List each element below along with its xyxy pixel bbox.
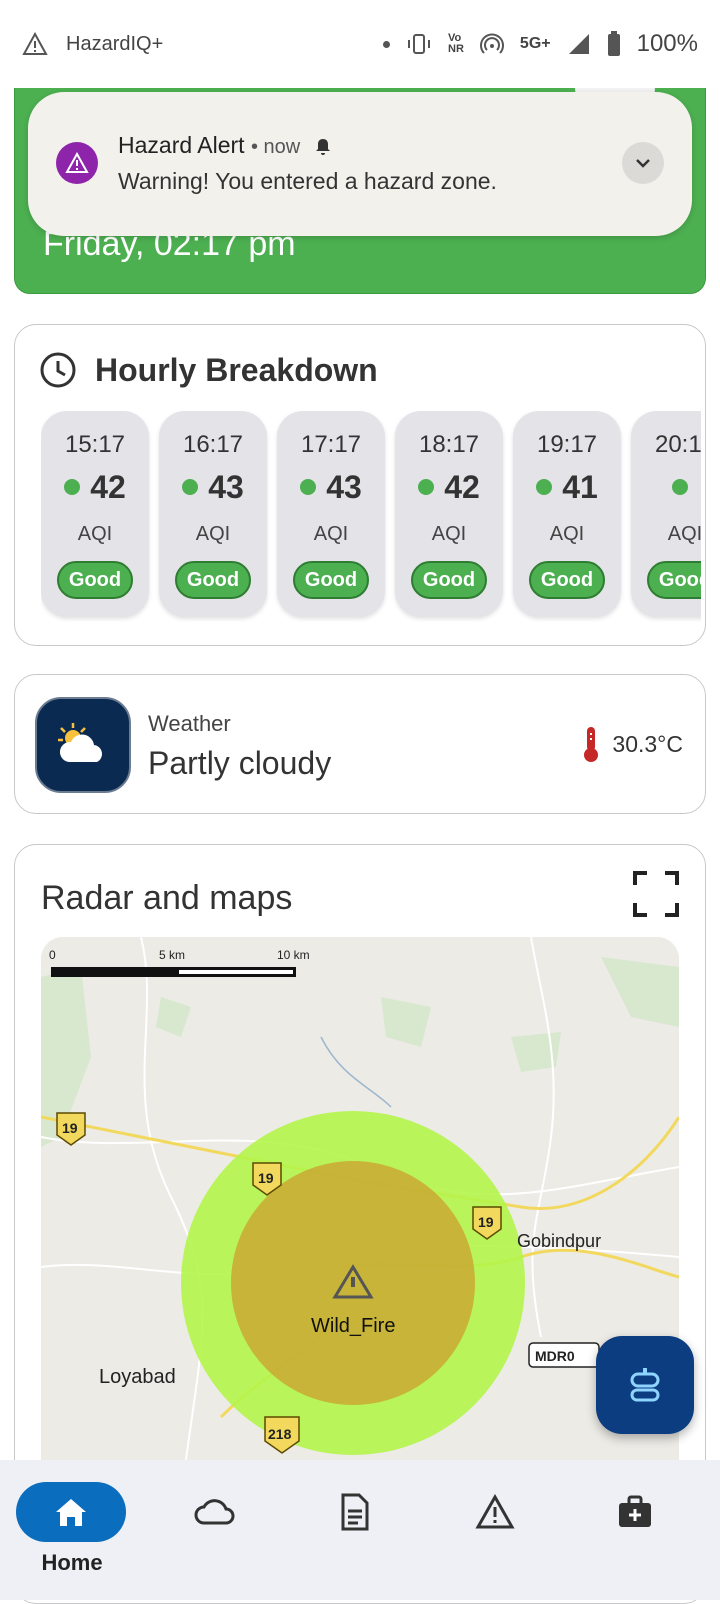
battery-icon — [607, 31, 620, 56]
battery-level: 100% — [636, 30, 698, 57]
hourly-breakdown-card: Hourly Breakdown 15:17 42 AQI Good 16:17… — [14, 324, 706, 646]
notification-title-text: Hazard Alert — [118, 132, 245, 158]
hour-time: 19:17 — [536, 431, 598, 458]
hour-aqi: 43 — [159, 469, 267, 506]
weather-label: Weather — [148, 711, 231, 736]
nav-first-aid[interactable] — [580, 1482, 690, 1542]
nav-reports[interactable] — [300, 1482, 410, 1542]
assistant-fab[interactable] — [596, 1336, 694, 1434]
hour-unit: AQI — [313, 523, 349, 545]
hourly-header: Hourly Breakdown — [39, 351, 378, 389]
fullscreen-icon[interactable] — [633, 871, 679, 917]
hour-unit: AQI — [195, 523, 231, 545]
hourly-item[interactable]: 16:17 43 AQI Good — [159, 411, 267, 617]
cloud-icon — [194, 1499, 235, 1525]
place-label-gobindpur: Gobindpur — [517, 1231, 601, 1251]
dot-icon — [383, 40, 391, 48]
place-label-loyabad: Loyabad — [99, 1366, 176, 1388]
svg-text:MDR0: MDR0 — [535, 1348, 575, 1364]
hazard-map[interactable]: 0 5 km 10 km Wild_Fire Gobindpur Loyabad… — [41, 937, 679, 1497]
nav-weather[interactable] — [160, 1482, 270, 1542]
weather-card[interactable]: Weather Partly cloudy 30.3°C — [14, 674, 706, 814]
hour-unit: AQI — [77, 523, 113, 545]
robot-icon — [630, 1368, 660, 1402]
status-dot — [64, 478, 81, 495]
warning-icon — [22, 32, 48, 55]
nav-hazards[interactable] — [440, 1482, 550, 1542]
hazard-label: Wild_Fire — [311, 1315, 395, 1337]
status-badge: Good — [175, 561, 251, 599]
road-shield: MDR0 — [528, 1342, 600, 1368]
status-badge: Good — [57, 561, 133, 599]
status-dot — [418, 478, 435, 495]
hour-time: 17:17 — [300, 431, 362, 458]
hour-aqi: 42 — [41, 469, 149, 506]
hourly-scroll[interactable]: 15:17 42 AQI Good 16:17 43 AQI Good 17:1… — [41, 411, 701, 623]
warning-icon — [475, 1494, 515, 1529]
thermometer-icon — [584, 727, 599, 762]
hour-aqi: 41 — [513, 469, 621, 506]
hourly-item[interactable]: 19:17 41 AQI Good — [513, 411, 621, 617]
expand-notification-button[interactable] — [622, 142, 664, 184]
status-badge: Good — [529, 561, 605, 599]
notification-time: now — [263, 136, 301, 158]
svg-text:218: 218 — [268, 1426, 292, 1442]
status-dot — [300, 478, 317, 495]
hotspot-icon — [479, 33, 504, 54]
hour-unit: AQI — [549, 523, 585, 545]
app-name: HazardIQ+ — [66, 32, 164, 55]
first-aid-kit-icon — [619, 1495, 651, 1527]
scale-label: 10 km — [277, 948, 310, 962]
scale-label: 5 km — [159, 948, 185, 962]
hour-time: 18:17 — [418, 431, 480, 458]
map-canvas[interactable]: 0 5 km 10 km Wild_Fire Gobindpur Loyabad… — [41, 937, 679, 1497]
bottom-navigation: Home — [0, 1460, 720, 1600]
svg-text:19: 19 — [478, 1214, 494, 1230]
status-dot — [672, 478, 688, 495]
svg-text:19: 19 — [258, 1170, 274, 1186]
hour-unit: AQI — [667, 523, 701, 545]
hourly-item[interactable]: 18:17 42 AQI Good — [395, 411, 503, 617]
status-dot — [536, 478, 553, 495]
notification-body: Warning! You entered a hazard zone. — [118, 168, 497, 194]
partly-cloudy-icon — [35, 697, 131, 793]
hour-time: 15:17 — [64, 431, 126, 458]
bell-icon — [315, 138, 330, 155]
temperature: 30.3°C — [580, 725, 683, 763]
hourly-item[interactable]: 15:17 42 AQI Good — [41, 411, 149, 617]
notification-title: Hazard Alert • now — [118, 132, 333, 159]
vibrate-icon — [408, 34, 431, 54]
hour-unit: AQI — [431, 523, 467, 545]
hazard-notification[interactable]: Hazard Alert • now Warning! You entered … — [28, 92, 692, 236]
hour-time: 20:17 — [654, 431, 701, 458]
alert-app-icon — [56, 142, 98, 184]
nav-home-label: Home — [41, 1550, 103, 1575]
hourly-item[interactable]: 17:17 43 AQI Good — [277, 411, 385, 617]
status-dot — [182, 478, 199, 495]
hourly-item[interactable]: 20:17 AQI Good — [631, 411, 701, 617]
temperature-value: 30.3°C — [612, 730, 683, 757]
weather-condition: Partly cloudy — [148, 745, 332, 781]
network-label: 5G+ — [519, 35, 551, 52]
signal-icon — [568, 34, 589, 54]
status-badge: Good — [647, 561, 701, 599]
vonr-icon: Vo NR — [448, 32, 464, 55]
status-badge: Good — [293, 561, 369, 599]
scale-label: 0 — [49, 948, 56, 962]
svg-text:19: 19 — [62, 1120, 78, 1136]
radar-title: Radar and maps — [41, 879, 293, 917]
hour-time: 16:17 — [182, 431, 244, 458]
document-icon — [341, 1493, 369, 1531]
status-bar: HazardIQ+ Vo NR 5G+ 100% — [0, 0, 720, 88]
clock-icon — [40, 352, 76, 388]
chevron-down-icon — [636, 159, 650, 168]
nav-home[interactable] — [16, 1482, 126, 1542]
home-icon — [56, 1499, 86, 1526]
hour-aqi: 42 — [395, 469, 503, 506]
hourly-title: Hourly Breakdown — [95, 351, 378, 388]
hour-aqi — [631, 469, 701, 506]
hour-aqi: 43 — [277, 469, 385, 506]
status-badge: Good — [411, 561, 487, 599]
